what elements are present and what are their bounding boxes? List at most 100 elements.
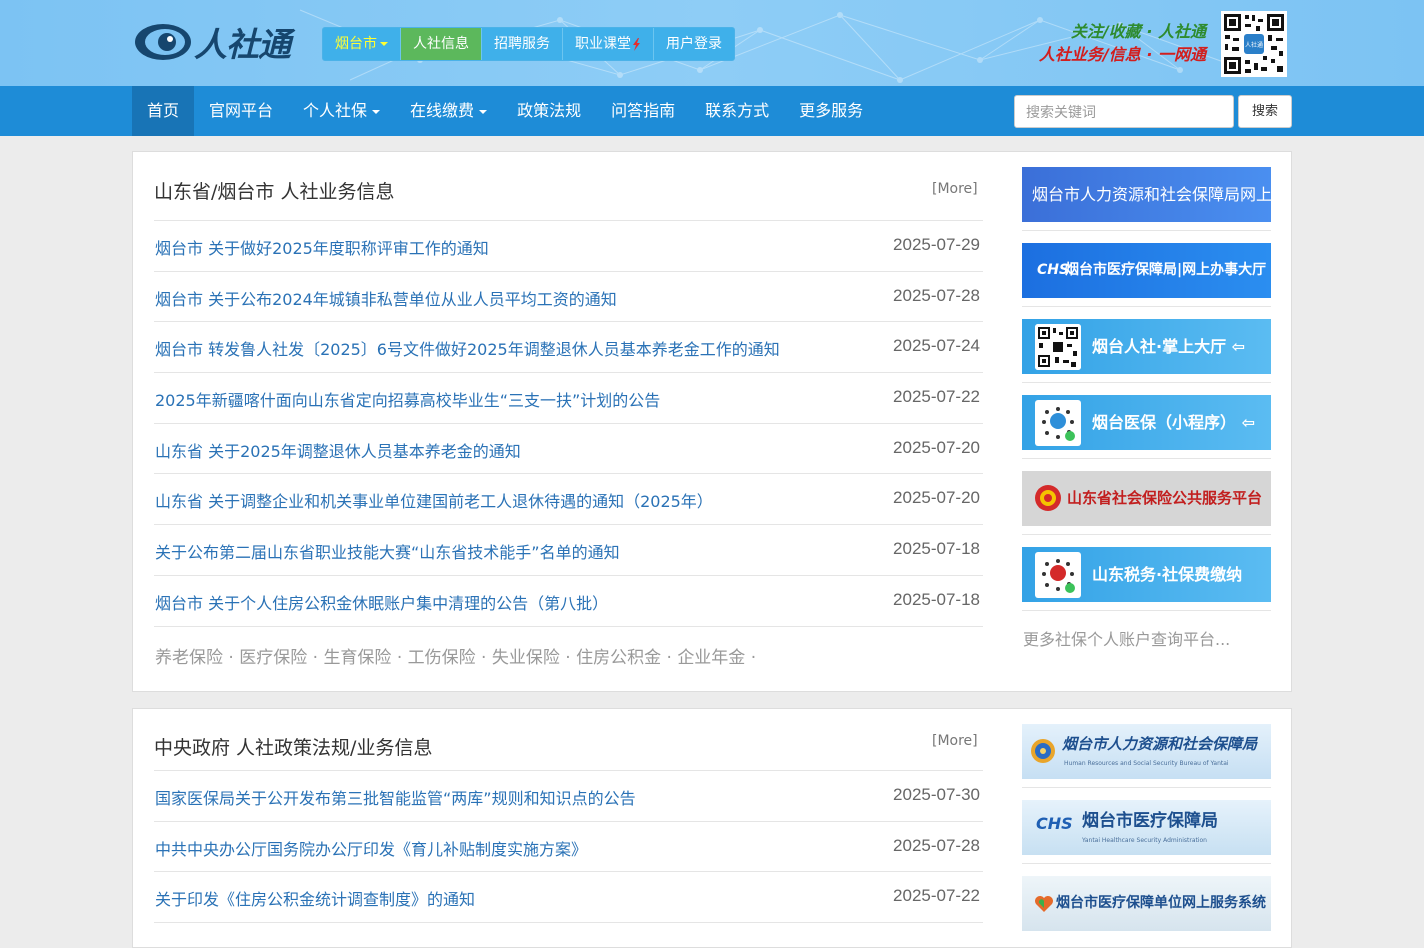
top-nav-recruitment[interactable]: 招聘服务 xyxy=(482,28,563,60)
nav-personal-social-security-label: 个人社保 xyxy=(303,101,368,120)
tag-medical-insurance[interactable]: 医疗保险 xyxy=(239,648,307,668)
nav-official-platforms[interactable]: 官网平台 xyxy=(194,86,288,136)
news-title-link[interactable]: 烟台市 关于个人住房公积金休眠账户集中清理的公告（第八批） xyxy=(155,590,608,614)
slogan: 关注/收藏 · 人社通 人社业务/信息 · 一网通 xyxy=(1039,22,1206,68)
tag-enterprise-annuity[interactable]: 企业年金 xyxy=(677,648,745,668)
news-title-link[interactable]: 山东省 关于调整企业和机关事业单位建国前老工人退休待遇的通知（2025年） xyxy=(155,488,713,512)
tag-pension-insurance[interactable]: 养老保险 xyxy=(155,648,223,668)
nav-home[interactable]: 首页 xyxy=(132,86,195,136)
svg-text:人社通: 人社通 xyxy=(1245,41,1263,49)
news-date: 2025-07-18 xyxy=(893,539,980,559)
more-platforms-link[interactable]: 更多社保个人账户查询平台... xyxy=(1023,626,1230,650)
news-row: 关于公布第二届山东省职业技能大赛“山东省技术能手”名单的通知 2025-07-18 xyxy=(154,524,983,575)
banner-hr-online-hall[interactable]: 烟台市人力资源和社会保障局网上服务大厅 xyxy=(1022,167,1271,222)
section-title: 中央政府 人社政策法规/业务信息 xyxy=(154,737,433,759)
emblem-icon xyxy=(1031,739,1055,763)
news-title-link[interactable]: 烟台市 转发鲁人社发〔2025〕6号文件做好2025年调整退休人员基本养老金工作… xyxy=(155,336,780,360)
banner-label: 烟台市医疗保障单位网上服务系统 xyxy=(1056,895,1266,911)
banner-label: 山东省社会保险公共服务平台 xyxy=(1067,489,1263,507)
news-date: 2025-07-28 xyxy=(893,835,980,855)
banner-medical-security-hall[interactable]: CHS 烟台市医疗保障局|网上办事大厅 xyxy=(1022,243,1271,298)
news-title-link[interactable]: 2025年新疆喀什面向山东省定向招募高校毕业生“三支一扶”计划的公告 xyxy=(155,387,660,411)
top-nav: 烟台市 人社信息 招聘服务 职业课堂 用户登录 xyxy=(322,27,735,61)
news-row: 烟台市 关于做好2025年度职称评审工作的通知 2025-07-29 xyxy=(154,220,983,271)
banner-label: 烟台市人力资源和社会保障局网上服务大厅 xyxy=(1032,185,1271,204)
more-link[interactable]: [More] xyxy=(932,733,978,749)
news-row: 山东省 关于调整企业和机关事业单位建国前老工人退休待遇的通知（2025年） 202… xyxy=(154,473,983,524)
tag-work-injury-insurance[interactable]: 工伤保险 xyxy=(408,648,476,668)
banner-medical-mini-program[interactable]: 烟台医保（小程序） ⇦ xyxy=(1022,395,1271,450)
news-row: 山东省 关于2025年调整退休人员基本养老金的通知 2025-07-20 xyxy=(154,422,983,474)
nav-personal-social-security[interactable]: 个人社保 xyxy=(288,86,395,136)
nav-more-services[interactable]: 更多服务 xyxy=(784,86,878,136)
chevron-down-icon xyxy=(380,42,388,46)
banner-label: 烟台市医疗保障局|网上办事大厅 xyxy=(1065,262,1267,278)
list-divider xyxy=(154,625,983,627)
city-selector[interactable]: 烟台市 xyxy=(323,28,401,60)
qr-code-icon: 人社通 xyxy=(1221,11,1287,77)
news-title-link[interactable]: 国家医保局关于公开发布第三批智能监管“两库”规则和知识点的公告 xyxy=(155,785,636,809)
divider xyxy=(1022,306,1271,307)
news-date: 2025-07-29 xyxy=(893,235,980,254)
search-button[interactable]: 搜索 xyxy=(1238,95,1292,128)
lightning-icon xyxy=(633,37,640,51)
banner-label: 烟台人社·掌上大厅 ⇦ xyxy=(1092,337,1246,356)
more-link[interactable]: [More] xyxy=(932,181,978,197)
nav-contact[interactable]: 联系方式 xyxy=(690,86,784,136)
divider xyxy=(1022,863,1271,864)
mini-program-code-icon xyxy=(1035,552,1081,598)
nav-online-payment-label: 在线缴费 xyxy=(410,101,475,120)
tag-unemployment-insurance[interactable]: 失业保险 xyxy=(492,648,560,668)
news-date: 2025-07-20 xyxy=(893,437,980,457)
news-row: 国家医保局关于公开发布第三批智能监管“两库”规则和知识点的公告 2025-07-3… xyxy=(154,770,983,821)
list-divider xyxy=(154,922,983,924)
section-local-hr-info: 山东省/烟台市 人社业务信息 [More] 烟台市 关于做好2025年度职称评审… xyxy=(132,151,1292,692)
slogan-line-1: 关注/收藏 · 人社通 xyxy=(1070,22,1206,41)
news-date: 2025-07-30 xyxy=(893,785,980,804)
nav-online-payment[interactable]: 在线缴费 xyxy=(395,86,502,136)
chevron-down-icon xyxy=(479,109,488,114)
eye-logo-icon xyxy=(135,24,191,60)
divider xyxy=(1022,382,1271,383)
heart-logo-icon xyxy=(1035,896,1053,912)
banner-subtitle: Human Resources and Social Security Bure… xyxy=(1064,760,1229,767)
banner-medical-unit-service-system[interactable]: 烟台市医疗保障单位网上服务系统 xyxy=(1022,876,1271,931)
news-date: 2025-07-20 xyxy=(893,488,980,508)
banner-yantai-hr-bureau[interactable]: 烟台市人力资源和社会保障局 Human Resources and Social… xyxy=(1022,724,1271,779)
divider xyxy=(1022,534,1271,535)
logo-text: 人社通 xyxy=(194,25,291,64)
top-nav-login[interactable]: 用户登录 xyxy=(654,28,734,60)
nav-qa-guide[interactable]: 问答指南 xyxy=(596,86,690,136)
site-header: 人社通 烟台市 人社信息 招聘服务 职业课堂 用户登录 关注/收藏 · 人社通 … xyxy=(0,0,1424,86)
top-nav-career-class[interactable]: 职业课堂 xyxy=(563,28,654,60)
slogan-line-2: 人社业务/信息 · 一网通 xyxy=(1038,45,1206,64)
main-nav-items: 首页 官网平台 个人社保 在线缴费 政策法规 问答指南 联系方式 更多服务 xyxy=(132,86,878,136)
news-title-link[interactable]: 烟台市 关于公布2024年城镇非私营单位从业人员平均工资的通知 xyxy=(155,286,617,310)
banner-hr-mobile-hall[interactable]: 烟台人社·掌上大厅 ⇦ xyxy=(1022,319,1271,374)
news-date: 2025-07-18 xyxy=(893,589,980,609)
news-row: 烟台市 转发鲁人社发〔2025〕6号文件做好2025年调整退休人员基本养老金工作… xyxy=(154,321,983,372)
divider xyxy=(1022,458,1271,459)
chs-logo-icon: CHS xyxy=(1036,814,1073,833)
news-row: 烟台市 关于个人住房公积金休眠账户集中清理的公告（第八批） 2025-07-18 xyxy=(154,574,983,626)
section-title: 山东省/烟台市 人社业务信息 xyxy=(154,181,395,203)
banner-sd-tax-social-fee[interactable]: 山东税务·社保费缴纳 xyxy=(1022,547,1271,602)
news-list: 烟台市 关于做好2025年度职称评审工作的通知 2025-07-29 烟台市 关于… xyxy=(154,220,983,627)
tag-maternity-insurance[interactable]: 生育保险 xyxy=(323,648,391,668)
news-title-link[interactable]: 山东省 关于2025年调整退休人员基本养老金的通知 xyxy=(155,438,521,462)
nav-policies[interactable]: 政策法规 xyxy=(502,86,596,136)
news-title-link[interactable]: 中共中央办公厅国务院办公厅印发《育儿补贴制度实施方案》 xyxy=(155,836,587,860)
news-title-link[interactable]: 烟台市 关于做好2025年度职称评审工作的通知 xyxy=(155,235,489,259)
banner-sd-social-insurance-platform[interactable]: 山东省社会保险公共服务平台 xyxy=(1022,471,1271,526)
news-title-link[interactable]: 关于印发《住房公积金统计调查制度》的通知 xyxy=(155,886,475,910)
site-logo[interactable]: 人社通 xyxy=(134,20,291,64)
chevron-down-icon xyxy=(372,109,381,114)
banner-yantai-medical-security[interactable]: CHS 烟台市医疗保障局 Yantai Healthcare Security … xyxy=(1022,800,1271,855)
city-label: 烟台市 xyxy=(335,36,377,52)
news-date: 2025-07-22 xyxy=(893,387,980,407)
search-input[interactable] xyxy=(1014,95,1234,128)
divider xyxy=(1022,230,1271,231)
top-nav-hr-info[interactable]: 人社信息 xyxy=(401,28,482,60)
tag-housing-fund[interactable]: 住房公积金 xyxy=(576,648,661,668)
news-title-link[interactable]: 关于公布第二届山东省职业技能大赛“山东省技术能手”名单的通知 xyxy=(155,539,620,563)
